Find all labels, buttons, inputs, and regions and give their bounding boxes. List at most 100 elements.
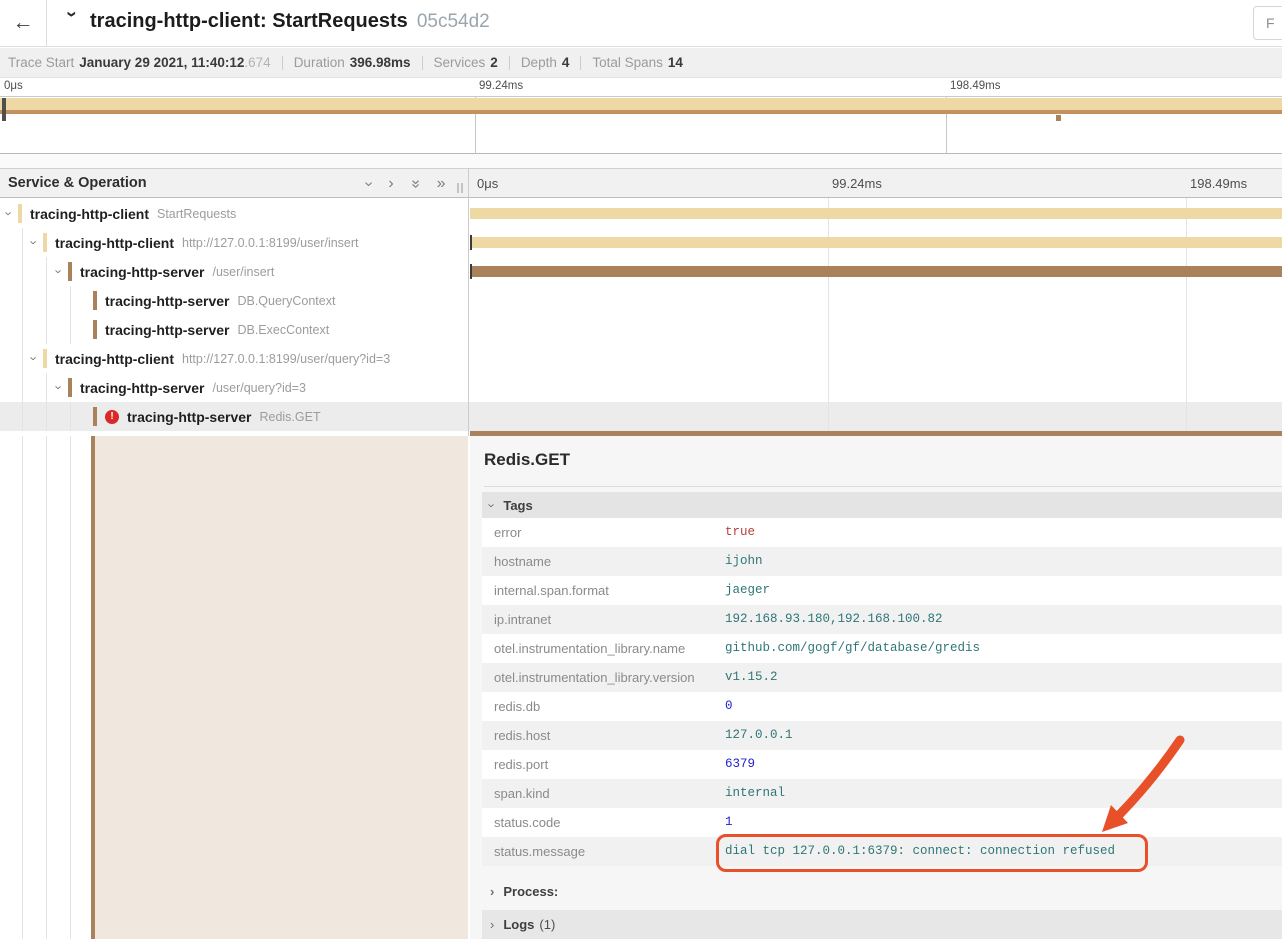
span-color-indicator — [68, 378, 72, 397]
timeline-tick-label: 99.24ms — [832, 169, 882, 198]
span-label: ! tracing-http-server Redis.GET — [105, 402, 321, 431]
tag-value: 1 — [725, 808, 733, 837]
span-service-name: tracing-http-client — [55, 351, 174, 367]
tag-key: internal.span.format — [494, 576, 609, 605]
back-button[interactable]: ← — [0, 0, 47, 46]
span-duration-bar[interactable] — [470, 208, 1282, 219]
span-label: tracing-http-client http://127.0.0.1:819… — [55, 228, 359, 257]
stat-label: Trace Start — [8, 55, 74, 70]
span-label: tracing-http-server DB.QueryContext — [105, 286, 335, 315]
tags-section-label: Tags — [503, 498, 532, 513]
minimap-span-bar — [1056, 115, 1061, 121]
chevron-down-icon[interactable]: › — [27, 236, 42, 250]
span-operation-name: /user/query?id=3 — [212, 381, 305, 395]
chevron-down-icon[interactable]: › — [60, 11, 82, 33]
span-row[interactable]: tracing-http-server DB.QueryContext — [0, 286, 1282, 315]
stat-label: Total Spans — [592, 55, 663, 70]
stat-label: Duration — [294, 55, 345, 70]
span-operation-name: DB.ExecContext — [237, 323, 329, 337]
tag-value: 127.0.0.1 — [725, 721, 793, 750]
trace-stat: Services 2 — [434, 55, 498, 70]
span-operation-name: http://127.0.0.1:8199/user/insert — [182, 236, 359, 250]
span-color-indicator — [18, 204, 22, 223]
chevron-down-icon[interactable]: › — [2, 207, 17, 221]
jaeger-trace-page: ← › tracing-http-client: StartRequests05… — [0, 0, 1282, 939]
span-label: tracing-http-server /user/query?id=3 — [80, 373, 306, 402]
tag-value: 192.168.93.180,192.168.100.82 — [725, 605, 943, 634]
pane-divider[interactable] — [468, 168, 469, 436]
span-color-indicator — [43, 349, 47, 368]
span-row[interactable]: ! tracing-http-server Redis.GET — [0, 402, 1282, 431]
tree-guide-line — [22, 257, 23, 286]
chevron-down-icon[interactable]: › — [52, 265, 67, 279]
column-resizer[interactable] — [457, 183, 463, 193]
separator — [509, 56, 510, 70]
span-service-name: tracing-http-client — [30, 206, 149, 222]
span-duration-bar[interactable] — [470, 237, 1282, 248]
span-start-marker — [470, 264, 472, 279]
span-detail-left-shade — [91, 436, 468, 939]
tag-row: internal.span.format jaeger — [482, 576, 1282, 605]
span-label: tracing-http-server DB.ExecContext — [105, 315, 329, 344]
trace-id-badge: 05c54d2 — [417, 11, 490, 32]
trace-stat: Duration 396.98ms — [294, 55, 411, 70]
tag-key: status.message — [494, 837, 585, 866]
tag-value: v1.15.2 — [725, 663, 778, 692]
span-row[interactable]: › tracing-http-client http://127.0.0.1:8… — [0, 344, 1282, 373]
span-row[interactable]: tracing-http-server DB.ExecContext — [0, 315, 1282, 344]
span-duration-bar[interactable] — [470, 266, 1282, 277]
span-color-indicator — [93, 407, 97, 426]
timeline-tick-label: 0μs — [477, 169, 498, 198]
tag-key: ip.intranet — [494, 605, 551, 634]
tags-section-header[interactable]: › Tags — [482, 492, 1282, 518]
minimap-canvas[interactable] — [0, 96, 1282, 154]
tag-key: status.code — [494, 808, 561, 837]
view-options-button[interactable]: F — [1253, 6, 1282, 40]
tree-guide-line — [70, 436, 71, 939]
stat-label: Services — [434, 55, 486, 70]
timeline-header-row: Service & Operation › › » » 0μs 99.24ms … — [0, 168, 1282, 198]
error-icon: ! — [105, 410, 119, 424]
logs-section-header[interactable]: › Logs (1) — [482, 910, 1282, 939]
tree-guide-line — [46, 257, 47, 286]
expand-one-icon[interactable]: › — [388, 176, 393, 192]
span-label: tracing-http-client StartRequests — [30, 199, 236, 228]
chevron-down-icon[interactable]: › — [27, 352, 42, 366]
expand-all-icon[interactable]: » — [437, 176, 446, 192]
tag-row: redis.port 6379 — [482, 750, 1282, 779]
tag-row: status.code 1 — [482, 808, 1282, 837]
tag-row: ip.intranet 192.168.93.180,192.168.100.8… — [482, 605, 1282, 634]
tree-guide-line — [70, 402, 71, 431]
stat-value: 4 — [562, 55, 570, 70]
minimap-viewport-handle[interactable] — [2, 98, 6, 121]
process-section-header[interactable]: › Process: — [482, 878, 1282, 904]
tree-guide-line — [46, 436, 47, 939]
span-service-name: tracing-http-client — [55, 235, 174, 251]
chevron-right-icon: › — [490, 917, 494, 932]
tag-value: 6379 — [725, 750, 755, 779]
back-arrow-icon: ← — [13, 11, 34, 35]
collapse-all-icon[interactable]: » — [407, 179, 423, 188]
minimap-span-bar — [0, 98, 1282, 110]
timeline-gridline — [1186, 198, 1187, 431]
span-row[interactable]: › tracing-http-server /user/query?id=3 — [0, 373, 1282, 402]
tag-value: internal — [725, 779, 785, 808]
timeline-gridline — [828, 198, 829, 431]
tree-guide-line — [46, 373, 47, 402]
separator — [282, 56, 283, 70]
selected-span-duration-bar[interactable] — [470, 431, 1282, 436]
trace-stat: Trace Start January 29 2021, 11:40:12 .6… — [8, 55, 271, 70]
stat-value-suffix: .674 — [244, 55, 270, 70]
span-service-name: tracing-http-server — [80, 264, 204, 280]
page-header: ← › tracing-http-client: StartRequests05… — [0, 0, 1282, 47]
span-service-name: tracing-http-server — [105, 293, 229, 309]
span-color-indicator — [43, 233, 47, 252]
spacer — [0, 154, 1282, 168]
chevron-down-icon[interactable]: › — [52, 381, 67, 395]
process-section-label: Process: — [503, 884, 558, 899]
tree-guide-line — [46, 286, 47, 315]
trace-stat: Depth 4 — [521, 55, 570, 70]
minimap-tick-label: 198.49ms — [950, 80, 1001, 92]
collapse-one-icon[interactable]: › — [361, 181, 377, 186]
tag-key: error — [494, 518, 521, 547]
